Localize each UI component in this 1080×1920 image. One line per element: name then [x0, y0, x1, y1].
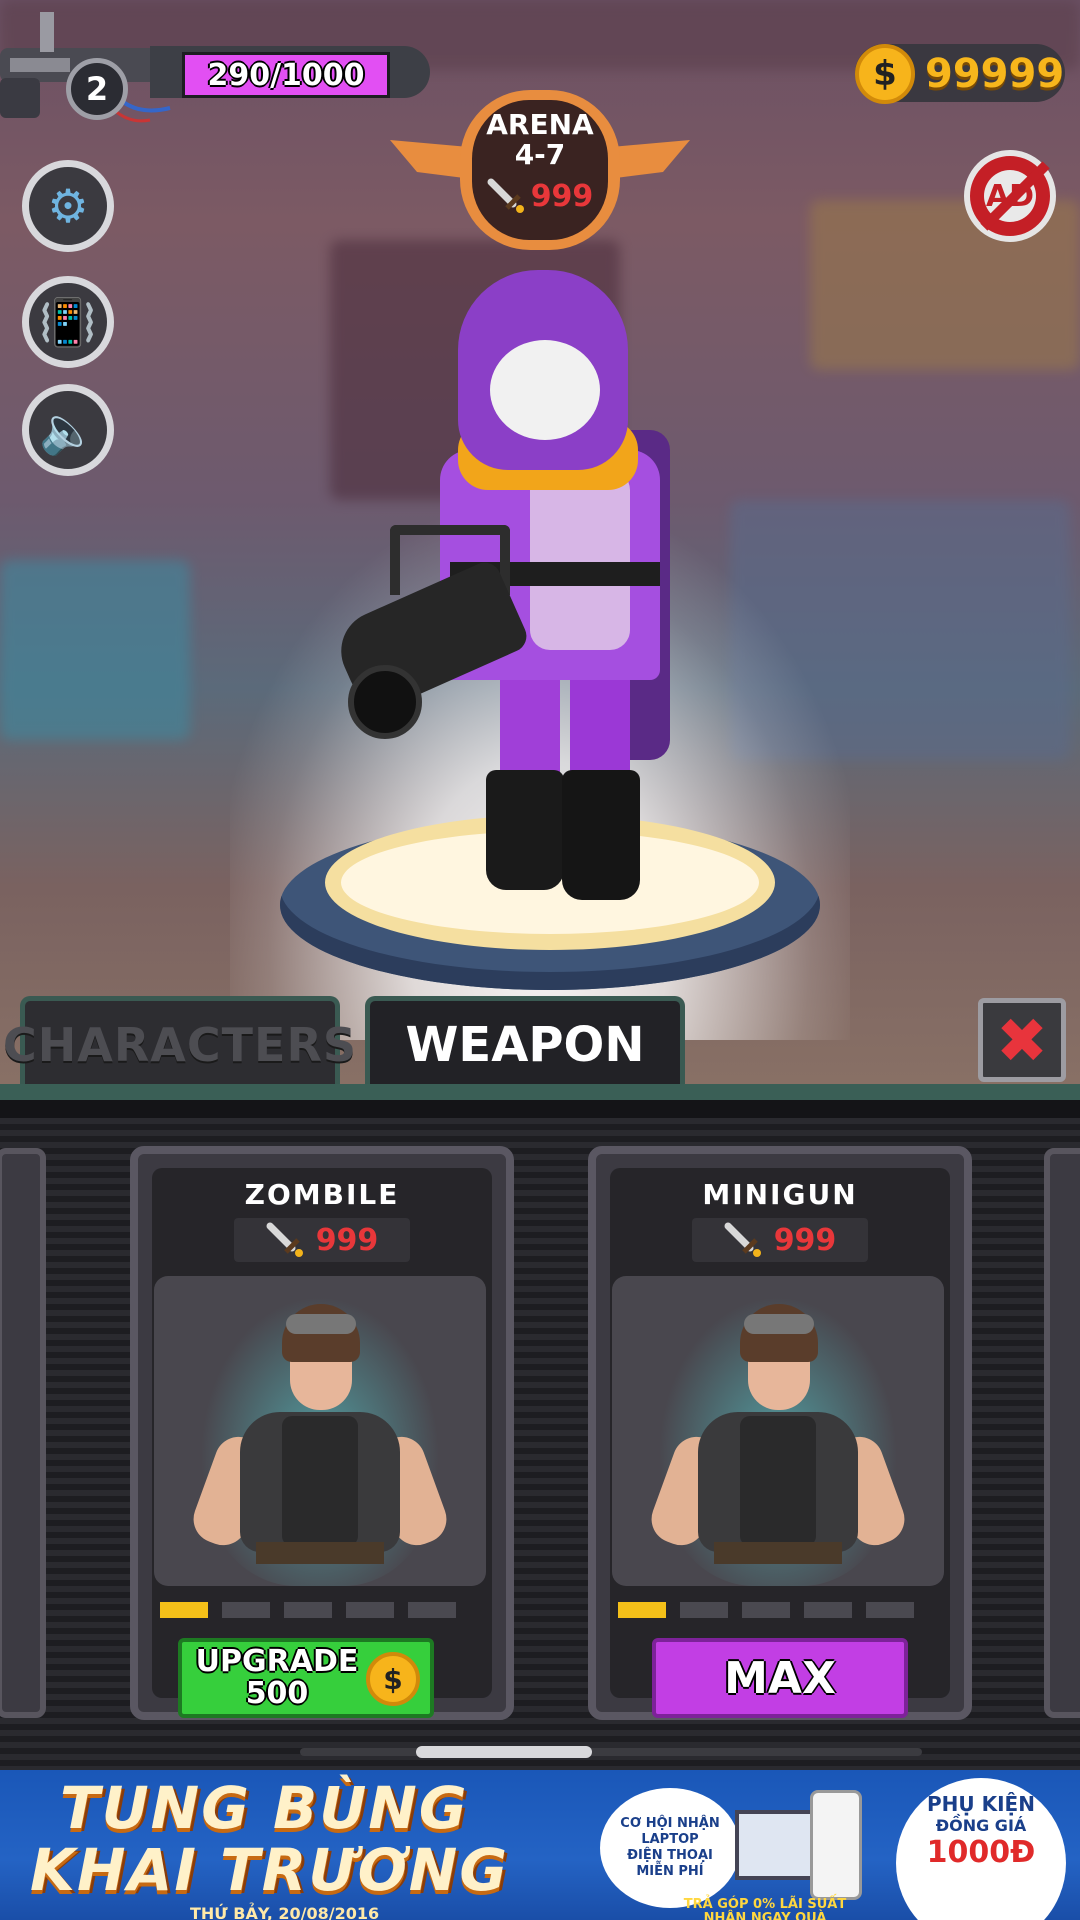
banner-accessory-title: PHỤ KIỆN — [927, 1792, 1035, 1816]
sound-button[interactable]: 🔈 — [22, 384, 114, 476]
player-status: 290/1000 2 — [0, 0, 440, 140]
weapon-card[interactable]: MINIGUN 999 MAX — [588, 1146, 972, 1720]
banner-offer-text: MIỄN PHÍ — [636, 1864, 704, 1879]
pager-thumb[interactable] — [416, 1746, 592, 1758]
soldier-belt — [256, 1542, 384, 1564]
level-star — [408, 1602, 456, 1618]
banner-installment-text: TRẢ GÓP 0% LÃI SUẤT — [683, 1897, 847, 1912]
coin-icon: $ — [366, 1652, 420, 1706]
arena-badge-inner: ARENA 4-7 999 — [472, 100, 608, 240]
weapon-card[interactable]: ZOMBILE 999 UPGRADE 500 $ — [130, 1146, 514, 1720]
card-power: 999 — [234, 1218, 410, 1262]
soldier-portrait — [186, 1296, 454, 1586]
level-star — [804, 1602, 852, 1618]
sword-icon — [724, 1222, 761, 1257]
banner-offer-text: CƠ HỘI NHẬN — [620, 1816, 720, 1831]
xp-text: 290/1000 — [207, 57, 365, 93]
remove-ads-button[interactable]: AD — [964, 150, 1056, 242]
goggles-icon — [744, 1314, 814, 1334]
banner-date: THỨ BẢY, 20/08/2016 — [190, 1904, 380, 1920]
speaker-icon: 🔈 — [39, 403, 97, 457]
tab-characters-label: CHARACTERS — [3, 1017, 357, 1072]
panel-rim — [0, 1100, 1080, 1118]
close-icon: ✖ — [996, 1003, 1048, 1077]
banner-offer-text: LAPTOP — [641, 1832, 699, 1847]
hero-boot — [562, 770, 640, 900]
upgrade-label: UPGRADE 500 — [192, 1646, 362, 1710]
coin-icon: $ — [855, 44, 915, 104]
arena-badge[interactable]: ARENA 4-7 999 — [390, 90, 690, 260]
settings-button[interactable]: ⚙ — [22, 160, 114, 252]
sword-icon — [266, 1222, 303, 1257]
banner-ad[interactable]: TUNG BÙNG KHAI TRƯƠNG THỨ BẢY, 20/08/201… — [0, 1770, 1080, 1920]
card-portrait — [612, 1276, 944, 1586]
tab-characters[interactable]: CHARACTERS — [3, 996, 356, 1088]
phone-vibrate-icon: 📳 — [39, 295, 97, 349]
hero-character[interactable] — [328, 270, 700, 910]
level-stars — [618, 1602, 940, 1618]
level-star — [160, 1602, 208, 1618]
soldier-vest — [282, 1416, 358, 1546]
level-stars — [160, 1602, 482, 1618]
max-button[interactable]: MAX — [652, 1638, 908, 1718]
banner-installment: TRẢ GÓP 0% LÃI SUẤT NHẬN NGAY QUÀ — [650, 1898, 880, 1920]
banner-accessory-price: 1000Đ — [926, 1835, 1036, 1870]
banner-offer-text: ĐIỆN THOẠI — [627, 1848, 713, 1863]
arena-level: 4-7 — [514, 138, 566, 171]
vibration-button[interactable]: 📳 — [22, 276, 114, 368]
level-star — [618, 1602, 666, 1618]
level-star — [346, 1602, 394, 1618]
soldier-vest — [740, 1416, 816, 1546]
card-power-value: 999 — [773, 1222, 837, 1258]
level-star — [222, 1602, 270, 1618]
xp-bar: 290/1000 — [182, 52, 390, 98]
arena-power-value: 999 — [530, 178, 594, 214]
minigun-muzzle — [348, 665, 422, 739]
level-star — [284, 1602, 332, 1618]
soldier-portrait — [644, 1296, 912, 1586]
upgrade-button[interactable]: UPGRADE 500 $ — [178, 1638, 434, 1718]
arena-title: ARENA — [486, 108, 594, 141]
banner-accessory-subtitle: ĐỒNG GIÁ — [935, 1816, 1027, 1835]
card-name: MINIGUN — [702, 1178, 858, 1211]
card-power: 999 — [692, 1218, 868, 1262]
upgrade-cost: 500 — [245, 1676, 309, 1711]
tab-weapon-label: WEAPON — [405, 1016, 645, 1073]
banner-installment-text: NHẬN NGAY QUÀ — [703, 1911, 827, 1920]
close-button[interactable]: ✖ — [978, 998, 1066, 1082]
phone-icon — [810, 1790, 862, 1900]
hero-boot — [486, 770, 564, 890]
arena-power: 999 — [487, 178, 594, 214]
card-prev-peek[interactable] — [0, 1148, 46, 1718]
hero-face — [490, 340, 600, 440]
soldier-belt — [714, 1542, 842, 1564]
panel-rim — [0, 1084, 1080, 1100]
tab-weapon[interactable]: WEAPON — [365, 996, 685, 1088]
banner-headline: TUNG BÙNG — [60, 1774, 469, 1842]
goggles-icon — [286, 1314, 356, 1334]
scene-backdrop — [0, 560, 190, 740]
coin-amount: 99999 — [925, 51, 1065, 97]
pager-track[interactable] — [300, 1748, 922, 1756]
banner-accessory: PHỤ KIỆN ĐỒNG GIÁ 1000Đ — [896, 1778, 1066, 1920]
card-name: ZOMBILE — [244, 1178, 400, 1211]
card-next-peek[interactable] — [1044, 1148, 1080, 1718]
level-star — [742, 1602, 790, 1618]
hero-chest — [530, 470, 630, 650]
banner-offer: CƠ HỘI NHẬN LAPTOP ĐIỆN THOẠI MIỄN PHÍ — [600, 1788, 740, 1908]
level-star — [866, 1602, 914, 1618]
card-portrait — [154, 1276, 486, 1586]
banner-headline: KHAI TRƯƠNG — [30, 1836, 509, 1904]
card-power-value: 999 — [315, 1222, 379, 1258]
upgrade-label-text: UPGRADE — [195, 1644, 359, 1679]
level-star — [680, 1602, 728, 1618]
sword-icon — [487, 178, 524, 213]
gear-icon: ⚙ — [47, 179, 89, 233]
level-badge: 2 — [66, 58, 128, 120]
